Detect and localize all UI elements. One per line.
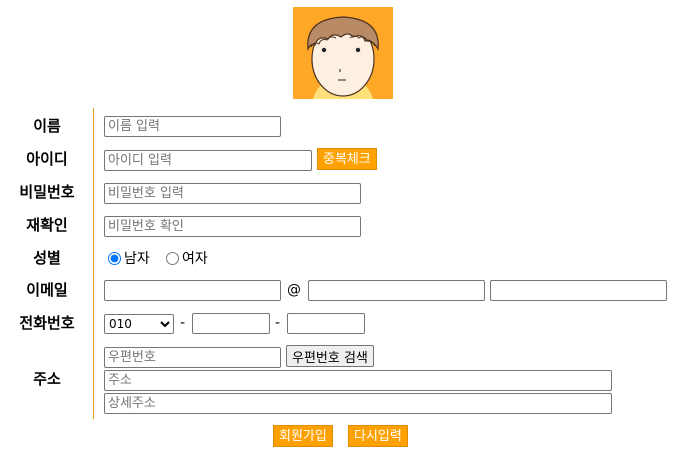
gender-male-radio[interactable] xyxy=(108,251,121,265)
label-address: 주소 xyxy=(33,370,61,388)
email-domain-extra-input[interactable] xyxy=(490,280,667,301)
password-input[interactable] xyxy=(104,183,361,204)
gender-female-label: 여자 xyxy=(182,251,208,267)
label-id: 아이디 xyxy=(26,150,68,168)
label-name: 이름 xyxy=(33,117,61,135)
email-local-input[interactable] xyxy=(104,280,281,301)
email-at-sign: @ xyxy=(287,282,301,298)
gender-male-label: 남자 xyxy=(124,251,150,267)
phone-last-input[interactable] xyxy=(287,313,365,334)
label-email: 이메일 xyxy=(26,281,68,299)
name-input[interactable] xyxy=(104,116,281,137)
avatar-image xyxy=(293,7,393,99)
email-domain-input[interactable] xyxy=(308,280,485,301)
phone-dash-2: - xyxy=(275,315,281,331)
label-password: 비밀번호 xyxy=(19,183,75,201)
label-phone: 전화번호 xyxy=(19,314,75,332)
gender-female-radio[interactable] xyxy=(166,251,179,265)
id-input[interactable] xyxy=(104,150,312,171)
signup-button[interactable]: 회원가입 xyxy=(273,425,333,447)
label-gender: 성별 xyxy=(33,249,61,267)
dup-check-button[interactable]: 중복체크 xyxy=(317,148,377,170)
reset-button[interactable]: 다시입력 xyxy=(348,425,408,447)
gender-male-option[interactable]: 남자 xyxy=(108,248,150,268)
address-detail-input[interactable] xyxy=(104,393,612,414)
gender-female-option[interactable]: 여자 xyxy=(166,248,208,268)
zipcode-input[interactable] xyxy=(104,347,281,368)
label-confirm: 재확인 xyxy=(26,216,68,234)
phone-dash-1: - xyxy=(180,315,186,331)
address-input[interactable] xyxy=(104,370,612,391)
phone-middle-input[interactable] xyxy=(192,313,270,334)
password-confirm-input[interactable] xyxy=(104,216,361,237)
zipcode-search-button[interactable]: 우편번호 검색 xyxy=(286,345,374,367)
phone-prefix-select[interactable]: 010 xyxy=(104,314,174,334)
